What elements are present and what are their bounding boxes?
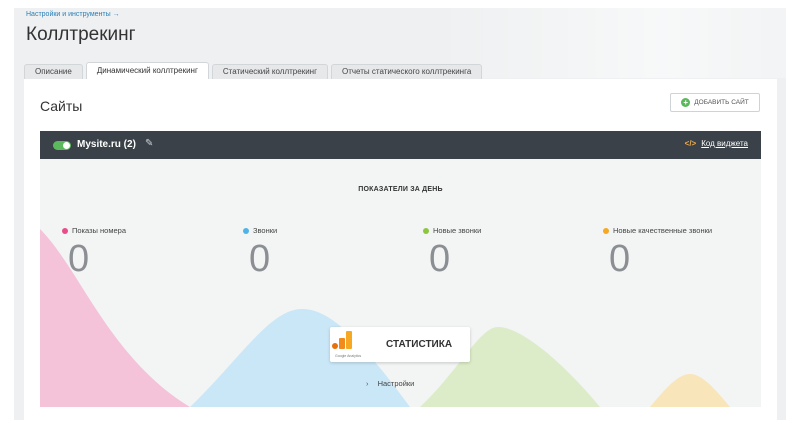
stats-heading: ПОКАЗАТЕЛИ ЗА ДЕНЬ: [358, 186, 443, 193]
metric-label: Новые качественные звонки: [603, 226, 712, 235]
tab-static-calltracking[interactable]: Статический коллтрекинг: [211, 64, 328, 79]
app-frame: Настройки и инструменты → Коллтрекинг Оп…: [14, 8, 786, 420]
metric-new-calls: Новые звонки 0: [423, 226, 481, 279]
metric-label-text: Новые звонки: [433, 226, 482, 235]
site-toggle[interactable]: [53, 141, 71, 150]
add-site-button[interactable]: + ДОБАВИТЬ САЙТ: [670, 93, 760, 112]
metric-number-shows: Показы номера 0: [62, 226, 126, 279]
metric-value: 0: [429, 238, 451, 280]
site-header: Mysite.ru (2) ✎ </> Код виджета: [40, 131, 761, 159]
metric-value: 0: [68, 238, 90, 280]
chevron-right-icon: ›: [366, 379, 369, 388]
statistics-title: СТАТИСТИКА: [386, 339, 453, 350]
metric-label-text: Новые качественные звонки: [613, 226, 713, 235]
header-glow: [434, 8, 786, 78]
ga-label: Google Analytics: [335, 354, 362, 358]
metric-label: Показы номера: [62, 226, 126, 235]
metric-new-quality-calls: Новые качественные звонки 0: [603, 226, 712, 279]
tab-description[interactable]: Описание: [24, 64, 83, 79]
tab-dynamic-calltracking[interactable]: Динамический коллтрекинг: [85, 62, 209, 79]
tab-bar: Описание Динамический коллтрекинг Статич…: [24, 57, 485, 79]
orange-dot-icon: [603, 227, 609, 234]
plus-circle-icon: +: [681, 98, 691, 107]
pencil-icon[interactable]: ✎: [145, 138, 153, 149]
toggle-knob: [63, 142, 70, 149]
metric-value: 0: [609, 238, 631, 280]
widget-code-link[interactable]: </> Код виджета: [685, 139, 748, 148]
metric-label-text: Показы номера: [72, 226, 126, 235]
widget-code-label: Код виджета: [701, 139, 748, 148]
google-analytics-icon: [332, 331, 352, 349]
section-title: Сайты: [40, 98, 83, 114]
main-panel: Сайты + ДОБАВИТЬ САЙТ Mysite.ru (2) ✎ </…: [24, 79, 777, 420]
metric-label: Новые звонки: [423, 226, 481, 235]
pink-dot-icon: [62, 227, 68, 234]
orange-wave: [650, 374, 730, 407]
stats-area: ПОКАЗАТЕЛИ ЗА ДЕНЬ Показы номера 0 Звонк…: [40, 159, 761, 407]
code-icon: </>: [684, 139, 697, 148]
tab-static-reports[interactable]: Отчеты статического коллтрекинга: [331, 64, 483, 79]
statistics-card[interactable]: Google Analytics СТАТИСТИКА: [330, 327, 470, 362]
settings-link[interactable]: › Настройки: [366, 379, 414, 388]
metric-value: 0: [249, 238, 271, 280]
metric-label-text: Звонки: [253, 226, 278, 235]
breadcrumb[interactable]: Настройки и инструменты →: [26, 11, 120, 18]
decorative-waves: [40, 229, 730, 407]
page-title: Коллтрекинг: [26, 24, 136, 45]
blue-dot-icon: [243, 227, 249, 234]
settings-label: Настройки: [377, 379, 415, 388]
metric-calls: Звонки 0: [243, 226, 277, 279]
add-site-label: ДОБАВИТЬ САЙТ: [694, 99, 749, 106]
metric-label: Звонки: [243, 226, 277, 235]
site-name: Mysite.ru (2): [77, 139, 136, 150]
green-dot-icon: [423, 227, 429, 234]
